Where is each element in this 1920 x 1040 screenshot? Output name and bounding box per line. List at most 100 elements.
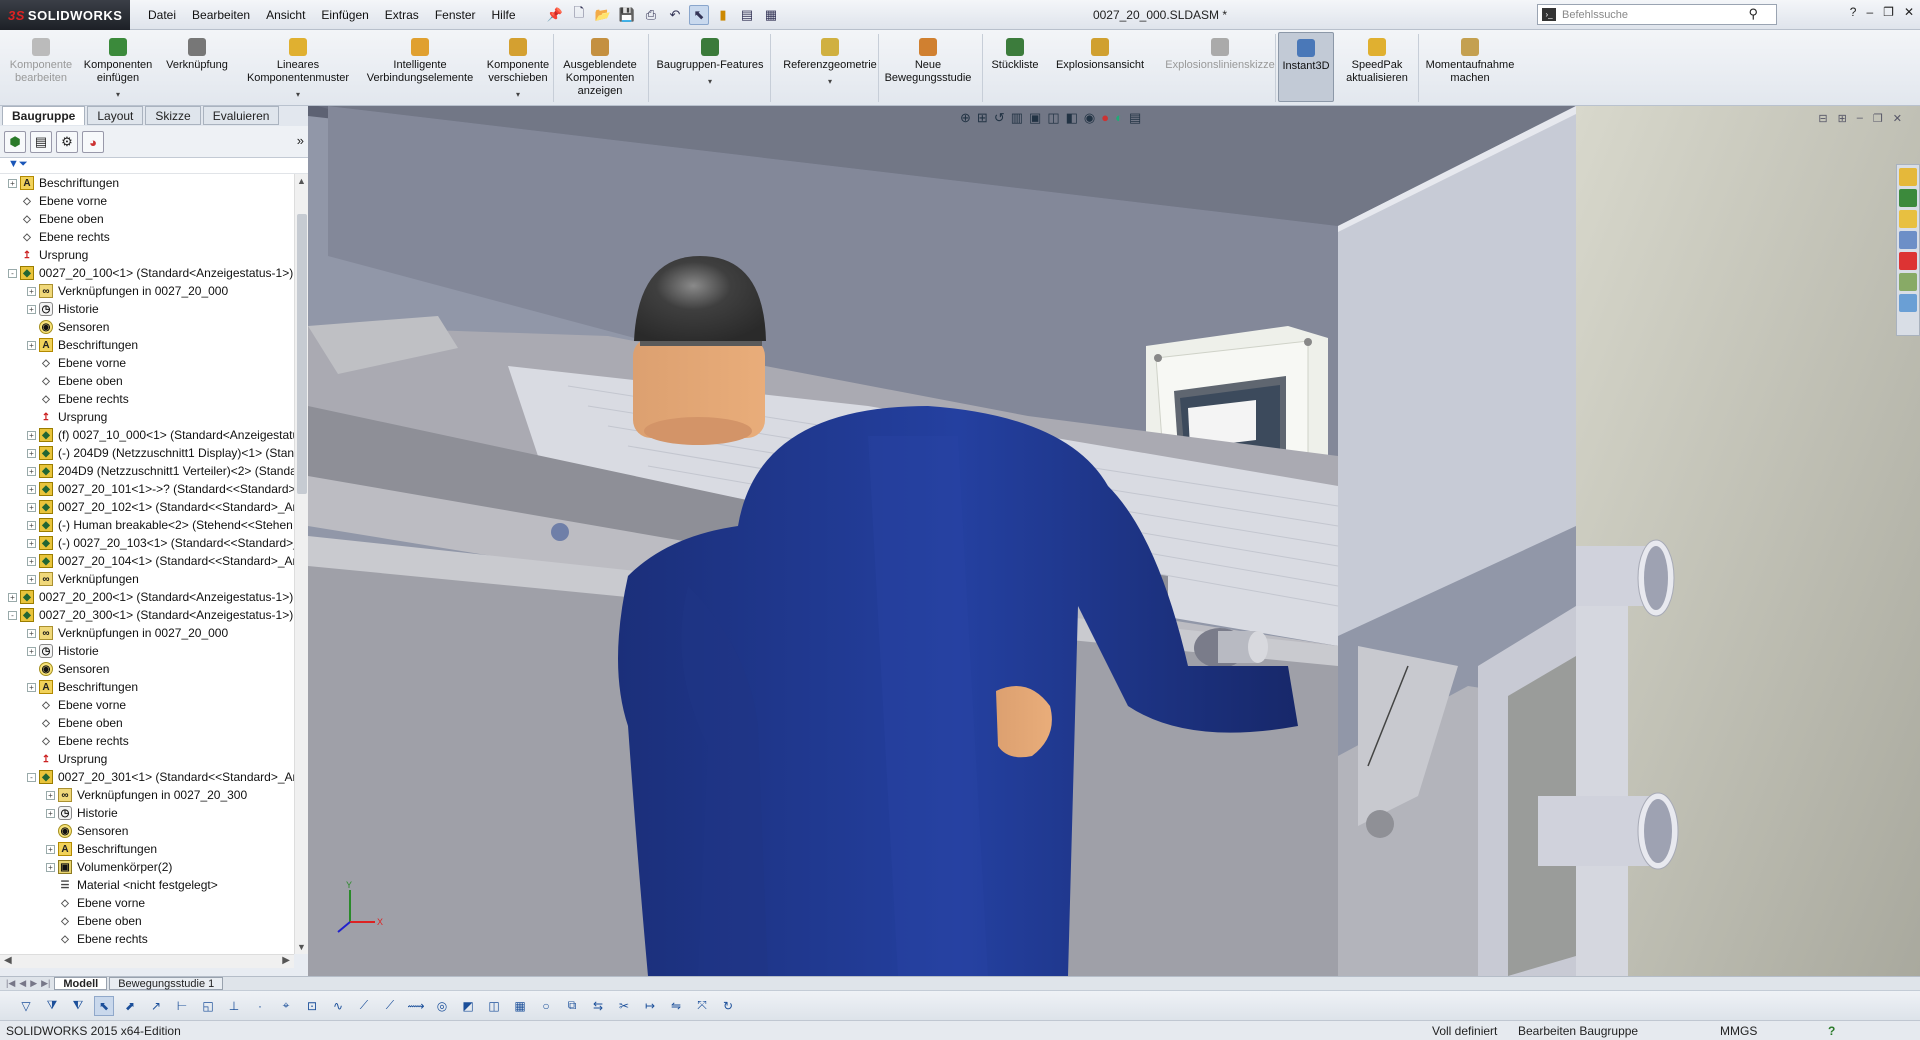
collapse-icon[interactable]: - bbox=[27, 772, 36, 782]
tab-3[interactable]: Evaluieren bbox=[202, 106, 280, 125]
configuration-manager-icon[interactable]: ⚙ bbox=[56, 131, 78, 153]
3d-sketch-icon[interactable]: ◩ bbox=[458, 996, 478, 1016]
new-document-icon[interactable]: 🗋 bbox=[569, 5, 589, 25]
sketch-icon[interactable]: ↗ bbox=[146, 996, 166, 1016]
tree-item[interactable]: + ◆ (f) 0027_10_000<1> (Standard<Anzeigest… bbox=[27, 426, 294, 444]
point-icon[interactable]: · bbox=[250, 996, 270, 1016]
plane-icon[interactable]: ◱ bbox=[198, 996, 218, 1016]
expand-icon[interactable]: + bbox=[27, 574, 36, 584]
prev-tab-icon[interactable]: ◀ bbox=[19, 978, 26, 989]
tree-item[interactable]: + A Beschriftungen bbox=[8, 174, 119, 192]
expand-icon[interactable]: + bbox=[27, 304, 36, 314]
cmd-speedpak-button[interactable]: SpeedPak aktualisieren bbox=[1340, 38, 1414, 85]
tree-item[interactable]: + ◆ (-) 204D9 (Netzzuschnitt1 Display)<1> … bbox=[27, 444, 294, 462]
view-palette-icon[interactable] bbox=[1899, 252, 1917, 270]
tree-item[interactable]: - ◆ 0027_20_100<1> (Standard<Anzeigestatus… bbox=[8, 264, 293, 282]
expand-icon[interactable]: + bbox=[27, 430, 36, 440]
tree-item[interactable]: ☰ Material <nicht festgelegt> bbox=[46, 876, 218, 894]
grid-icon[interactable]: ▦ bbox=[510, 996, 530, 1016]
tree-item[interactable]: ◇ Ebene oben bbox=[27, 714, 123, 732]
scroll-up-icon[interactable]: ▲ bbox=[297, 176, 306, 186]
extend-icon[interactable]: ↦ bbox=[640, 996, 660, 1016]
tree-item[interactable]: + ◆ 0027_20_104<1> (Standard<<Standard>_An bbox=[27, 552, 294, 570]
first-tab-icon[interactable]: |◀ bbox=[6, 978, 15, 989]
home-icon[interactable] bbox=[1899, 168, 1917, 186]
expand-icon[interactable]: + bbox=[46, 790, 55, 800]
split-horizontal-icon[interactable]: ⊟ bbox=[1818, 112, 1827, 125]
close-icon[interactable]: ✕ bbox=[1904, 5, 1914, 19]
scene-icon[interactable]: ◐ bbox=[1115, 110, 1123, 126]
mirror-icon[interactable]: ⇋ bbox=[666, 996, 686, 1016]
units-status[interactable]: MMGS bbox=[1720, 1024, 1757, 1038]
resources-icon[interactable] bbox=[1899, 189, 1917, 207]
help-icon[interactable]: ? bbox=[1850, 5, 1857, 19]
cmd-motion-study-button[interactable]: Neue Bewegungsstudie bbox=[880, 38, 976, 85]
coordinate-system-icon[interactable]: ⌖ bbox=[276, 996, 296, 1016]
feature-manager-tree-icon[interactable]: ⬢ bbox=[4, 131, 26, 153]
minimize-icon[interactable]: – bbox=[1866, 5, 1873, 19]
scroll-down-icon[interactable]: ▼ bbox=[297, 942, 306, 952]
tree-item[interactable]: + ∞ Verknüpfungen bbox=[27, 570, 139, 588]
rebuild-icon[interactable]: ▮ bbox=[713, 5, 733, 25]
save-icon[interactable]: 💾 bbox=[617, 5, 637, 25]
cmd-exploded-view-button[interactable]: Explosionsansicht bbox=[1050, 38, 1150, 72]
menu-item-4[interactable]: Extras bbox=[377, 8, 427, 22]
cmd-linear-pattern-button[interactable]: Lineares Komponentenmuster ▾ bbox=[238, 38, 358, 101]
view-settings-icon[interactable]: ▤ bbox=[1129, 110, 1141, 126]
section-view-icon[interactable]: ▥ bbox=[1011, 110, 1023, 126]
menu-item-2[interactable]: Ansicht bbox=[258, 8, 313, 22]
appearances-icon[interactable] bbox=[1899, 273, 1917, 291]
tree-item[interactable]: + ◷ Historie bbox=[27, 642, 99, 660]
command-search[interactable]: ›_ Befehlssuche ⚲ bbox=[1537, 4, 1777, 25]
tree-item[interactable]: ◉ Sensoren bbox=[27, 318, 109, 336]
tree-item[interactable]: + ∞ Verknüpfungen in 0027_20_000 bbox=[27, 282, 228, 300]
expand-icon[interactable]: + bbox=[27, 538, 36, 548]
menu-item-0[interactable]: Datei bbox=[140, 8, 184, 22]
tree-item[interactable]: ◉ Sensoren bbox=[46, 822, 128, 840]
cmd-instant3d-button[interactable]: Instant3D bbox=[1278, 32, 1334, 102]
tree-item[interactable]: ◇ Ebene rechts bbox=[8, 228, 110, 246]
tree-item[interactable]: + ◆ 0027_20_101<1>->? (Standard<<Standard>… bbox=[27, 480, 294, 498]
display-style-icon[interactable]: ◧ bbox=[1066, 110, 1078, 126]
mate-reference-icon[interactable]: ⊡ bbox=[302, 996, 322, 1016]
cmd-insert-components-button[interactable]: Komponenten einfügen ▾ bbox=[76, 38, 160, 101]
cmd-snapshot-button[interactable]: Momentaufnahme machen bbox=[1420, 38, 1520, 85]
expand-icon[interactable]: + bbox=[8, 592, 17, 602]
axis-icon[interactable]: ⊥ bbox=[224, 996, 244, 1016]
tree-item[interactable]: + A Beschriftungen bbox=[27, 336, 138, 354]
select-icon[interactable]: ⬉ bbox=[689, 5, 709, 25]
collapse-icon[interactable]: - bbox=[8, 268, 17, 278]
cmd-reference-geometry-button[interactable]: Referenzgeometrie ▾ bbox=[775, 38, 885, 88]
expand-icon[interactable]: + bbox=[46, 808, 55, 818]
graphics-area[interactable] bbox=[308, 106, 1920, 976]
expand-icon[interactable]: + bbox=[46, 844, 55, 854]
tree-item[interactable]: ◇ Ebene oben bbox=[8, 210, 104, 228]
tree-item[interactable]: ↥ Ursprung bbox=[27, 750, 108, 768]
select-other-icon[interactable]: ⬈ bbox=[120, 996, 140, 1016]
tree-item[interactable]: ↥ Ursprung bbox=[8, 246, 89, 264]
tab-2[interactable]: Skizze bbox=[145, 106, 201, 125]
previous-view-icon[interactable]: ↺ bbox=[994, 110, 1005, 126]
open-icon[interactable]: 📂 bbox=[593, 5, 613, 25]
expand-icon[interactable]: + bbox=[27, 502, 36, 512]
filter-parts-icon[interactable]: ⧩ bbox=[42, 996, 62, 1016]
tree-item[interactable]: + ◆ (-) Human breakable<2> (Stehend<<Stehe… bbox=[27, 516, 293, 534]
tab-1[interactable]: Layout bbox=[87, 106, 144, 125]
tree-item[interactable]: - ◆ 0027_20_300<1> (Standard<Anzeigestatus… bbox=[8, 606, 293, 624]
help-icon[interactable]: ? bbox=[1828, 1024, 1835, 1038]
cmd-mate-button[interactable]: Verknüpfung bbox=[160, 38, 234, 72]
cmd-show-hidden-button[interactable]: Ausgeblendete Komponenten anzeigen bbox=[555, 38, 645, 98]
split-vertical-icon[interactable]: ⊞ bbox=[1838, 112, 1847, 125]
curve-icon[interactable]: ∿ bbox=[328, 996, 348, 1016]
tree-item[interactable]: ◇ Ebene oben bbox=[27, 372, 123, 390]
last-tab-icon[interactable]: ▶| bbox=[41, 978, 50, 989]
tree-scrollbar[interactable]: ▲ ▼ bbox=[294, 174, 308, 954]
scroll-thumb[interactable] bbox=[297, 214, 307, 494]
expand-icon[interactable]: + bbox=[27, 340, 36, 350]
hole-icon[interactable]: ○ bbox=[536, 996, 556, 1016]
property-manager-icon[interactable]: ▤ bbox=[30, 131, 52, 153]
tree-item[interactable]: + ∞ Verknüpfungen in 0027_20_300 bbox=[46, 786, 247, 804]
trim-icon[interactable]: ✂ bbox=[614, 996, 634, 1016]
appearance-icon[interactable]: ● bbox=[1101, 110, 1109, 126]
custom-properties-icon[interactable] bbox=[1899, 294, 1917, 312]
